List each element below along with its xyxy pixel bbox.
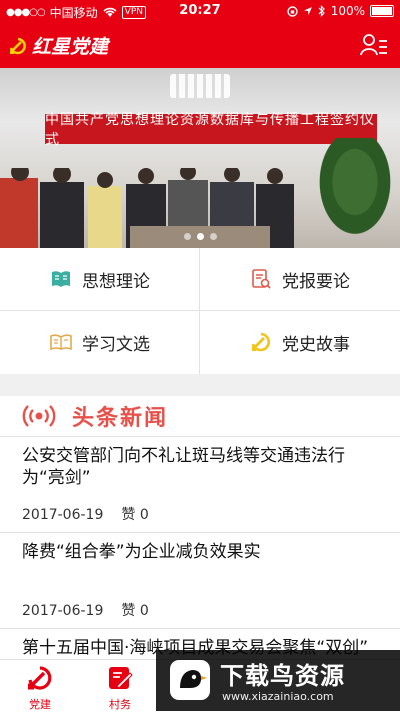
bird-logo-icon [170, 660, 210, 700]
menu-item-party-press[interactable]: 党报要论 [200, 248, 399, 310]
news-title: 公安交管部门向不礼让斑马线等交通违法行为“亮剑” [22, 446, 345, 488]
status-bar: ●●●○○ 中国移动 VPN 20:27 100% [0, 0, 400, 22]
party-emblem-icon [28, 666, 52, 690]
menu-item-label: 学习文选 [82, 334, 150, 355]
party-emblem-icon [9, 37, 26, 54]
grid-divider [199, 248, 200, 374]
rotation-lock-icon [286, 5, 298, 17]
book-icon [52, 271, 70, 287]
news-date: 2017-06-19 [22, 507, 104, 523]
news-item[interactable]: 公安交管部门向不礼让斑马线等交通违法行为“亮剑” 2017-06-19 赞 0 [0, 437, 400, 533]
user-menu-button[interactable] [360, 31, 388, 59]
app-logo: 红星党建 [8, 32, 108, 59]
party-emblem-icon [251, 332, 270, 352]
section-title: 头条新闻 [72, 406, 169, 431]
user-list-icon [360, 34, 387, 56]
watermark-text: 下载鸟资源 [220, 662, 345, 690]
battery-icon [370, 5, 394, 17]
section-spacer [0, 374, 400, 396]
news-likes[interactable]: 赞 0 [121, 603, 148, 619]
news-date: 2017-06-19 [22, 603, 104, 619]
menu-item-label: 思想理论 [82, 271, 150, 292]
menu-item-theory[interactable]: 思想理论 [0, 248, 199, 310]
pager-dot[interactable] [183, 233, 191, 240]
news-meta: 2017-06-19 赞 0 [22, 504, 149, 524]
category-grid: 思想理论 党报要论 学习文选 党史故事 [0, 248, 400, 374]
location-icon [303, 7, 312, 15]
watermark: 下载鸟资源 www.xiazainiao.com [156, 650, 400, 711]
menu-item-party-history[interactable]: 党史故事 [200, 311, 399, 373]
edit-icon [109, 667, 133, 689]
bluetooth-icon [318, 5, 325, 17]
menu-item-label: 党报要论 [282, 271, 350, 292]
app-name: 红星党建 [32, 36, 109, 58]
news-likes[interactable]: 赞 0 [121, 507, 148, 523]
menu-item-label: 党史故事 [282, 334, 350, 355]
broadcast-icon [22, 405, 56, 427]
news-item[interactable]: 降费“组合拳”为企业减负效果实 2017-06-19 赞 0 [0, 533, 400, 629]
battery-percent: 100% [330, 4, 365, 18]
plant-decoration [310, 138, 400, 248]
app-header: 红星党建 [0, 22, 400, 68]
tab-party-building[interactable]: 党建 [0, 660, 80, 712]
headline-news-header: 头条新闻 [0, 396, 400, 437]
tab-label: 村务 [109, 698, 131, 711]
ceiling-light [170, 74, 230, 98]
grid-divider [0, 310, 400, 311]
pager-dot-active[interactable] [196, 233, 204, 240]
tab-label: 党建 [29, 698, 51, 711]
menu-item-study[interactable]: 学习文选 [0, 311, 199, 373]
carousel-pager[interactable] [0, 233, 400, 240]
news-meta: 2017-06-19 赞 0 [22, 600, 149, 620]
open-book-icon [50, 334, 72, 351]
news-title: 降费“组合拳”为企业减负效果实 [22, 542, 261, 562]
news-carousel[interactable]: 中国共产党思想理论资源数据库与传播工程签约仪式 [0, 68, 400, 248]
document-search-icon [252, 269, 271, 289]
watermark-url: www.xiazainiao.com [222, 690, 334, 703]
pager-dot[interactable] [209, 233, 217, 240]
tab-village-affairs[interactable]: 村务 [80, 660, 160, 712]
